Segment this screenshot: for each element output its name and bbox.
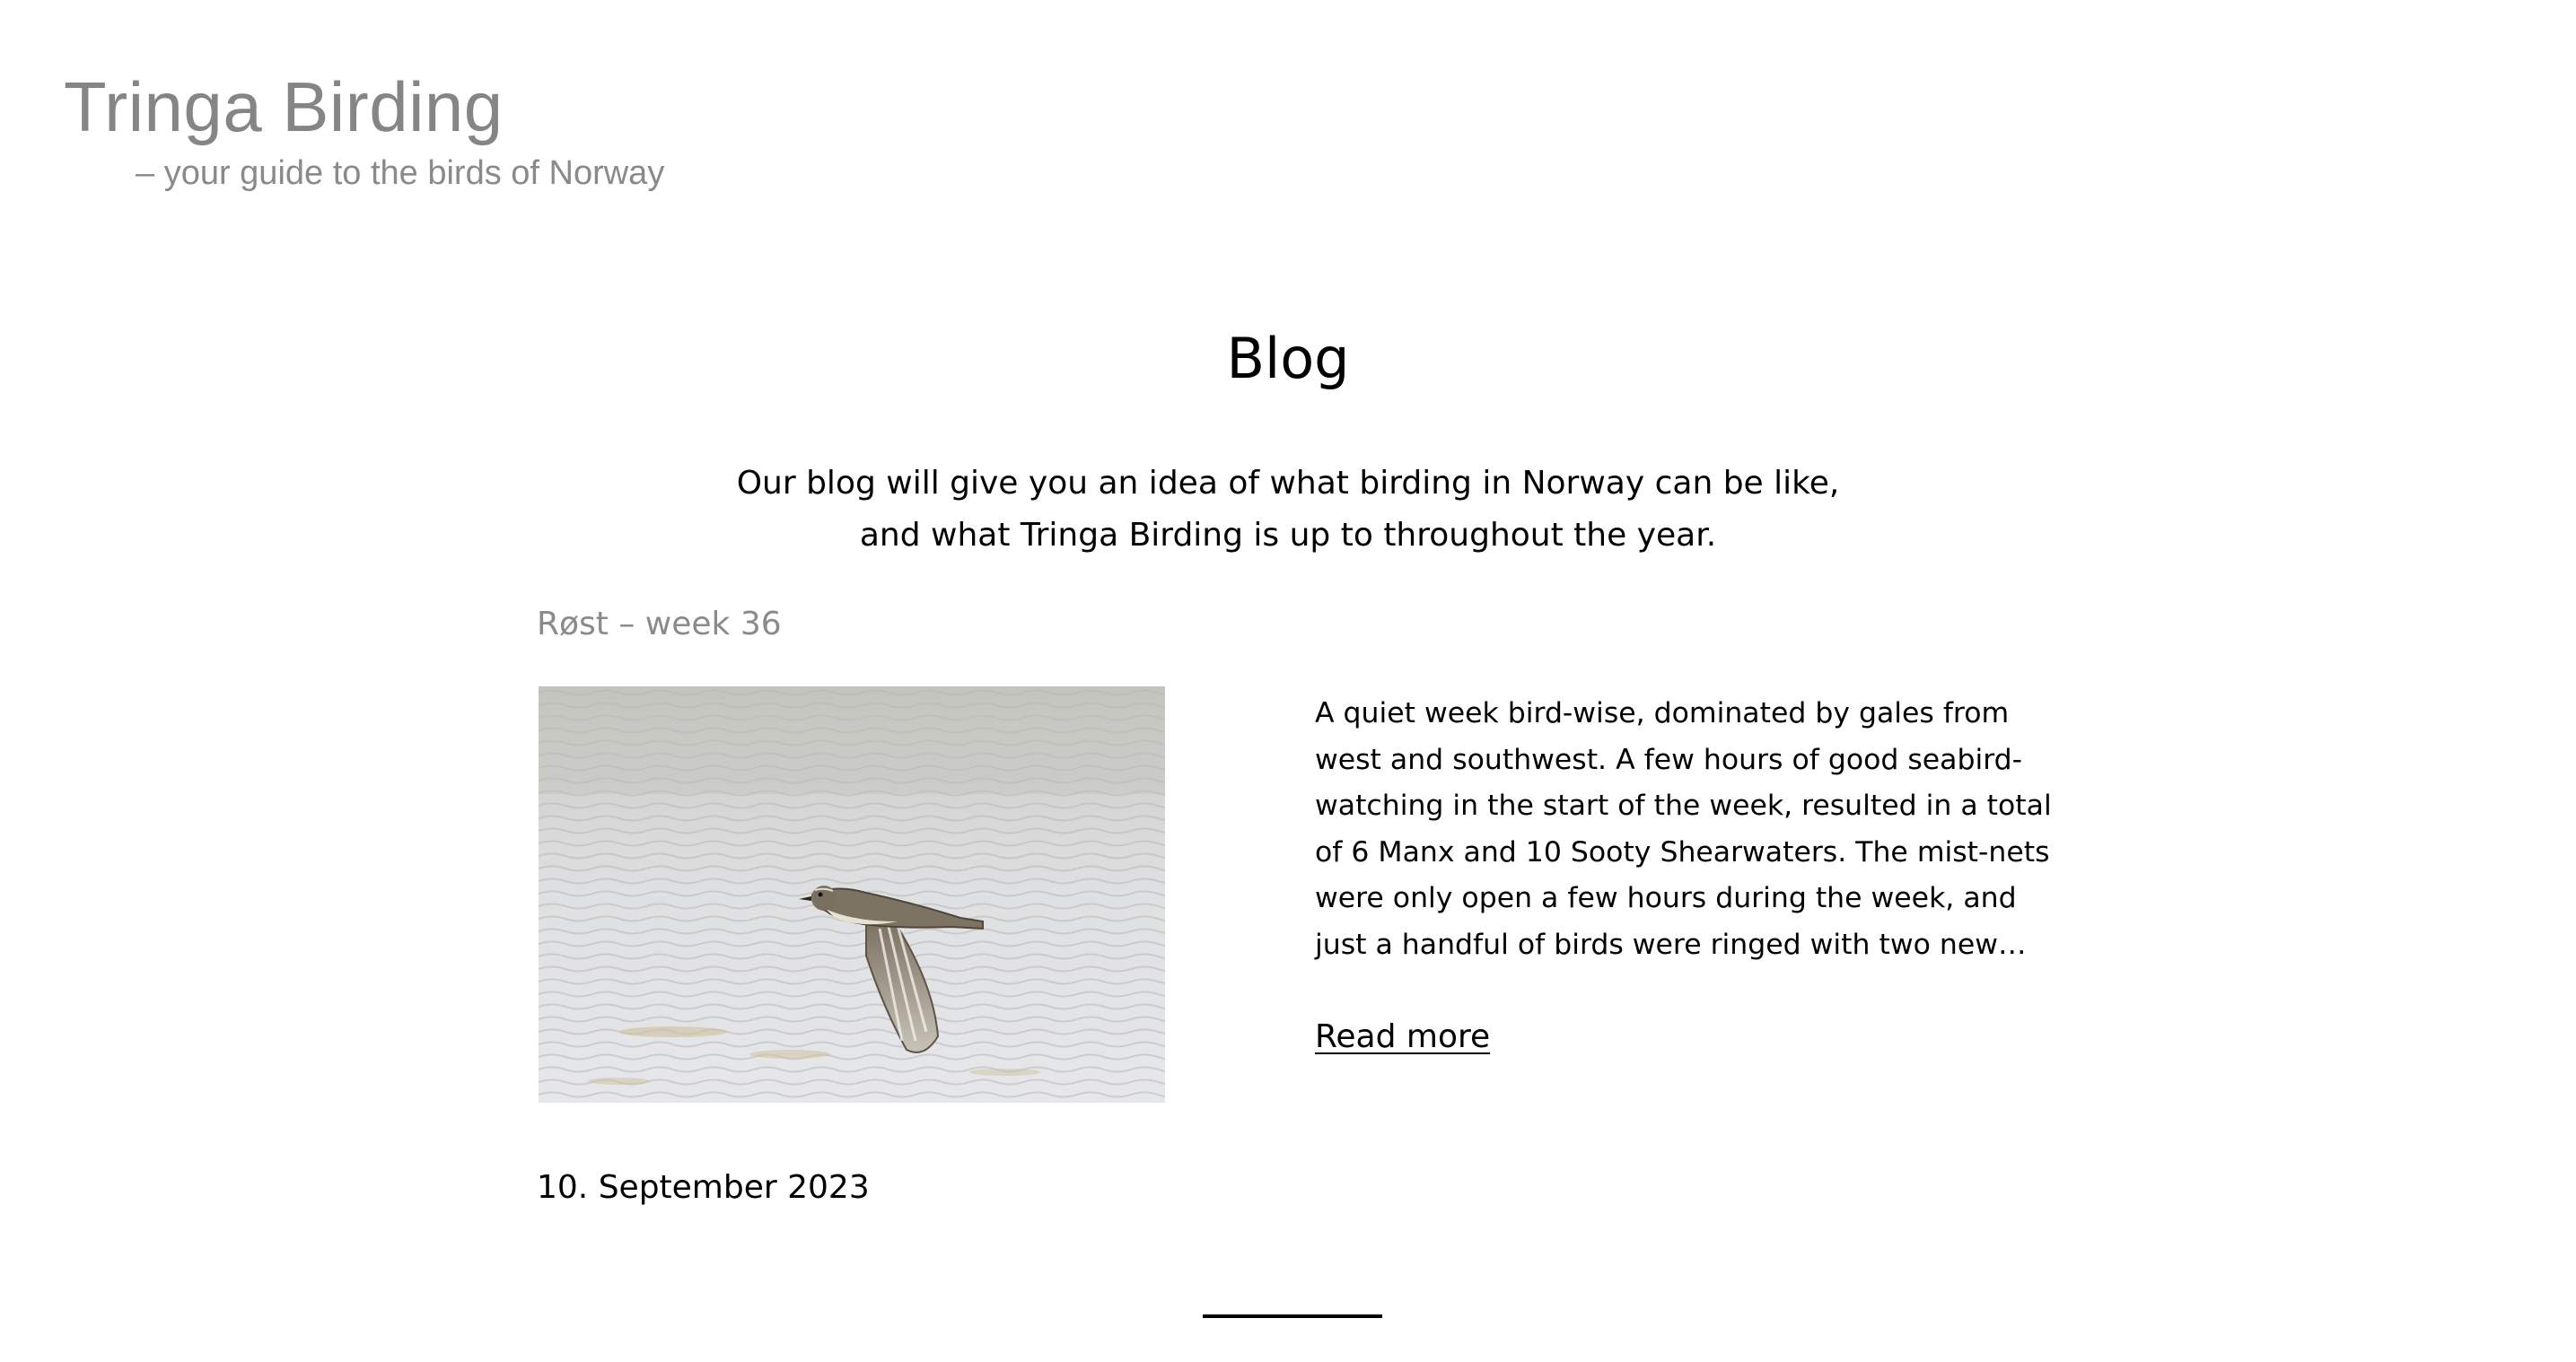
page-title: Blog — [1226, 326, 1350, 391]
read-more-link[interactable]: Read more — [1315, 1016, 1490, 1059]
post-date: 10. September 2023 — [537, 1169, 870, 1206]
post-excerpt: A quiet week bird-wise, dominated by gal… — [1315, 697, 2052, 961]
site-logo[interactable]: Tringa Birding – your guide to the birds… — [64, 72, 664, 190]
post-title-link[interactable]: Røst – week 36 — [537, 603, 782, 646]
separator — [1203, 1314, 1382, 1318]
page-intro: Our blog will give you an idea of what b… — [736, 465, 1840, 554]
site-tagline: – your guide to the birds of Norway — [136, 154, 665, 192]
site-title[interactable]: Tringa Birding — [64, 72, 664, 142]
post-featured-image[interactable] — [539, 686, 1165, 1103]
